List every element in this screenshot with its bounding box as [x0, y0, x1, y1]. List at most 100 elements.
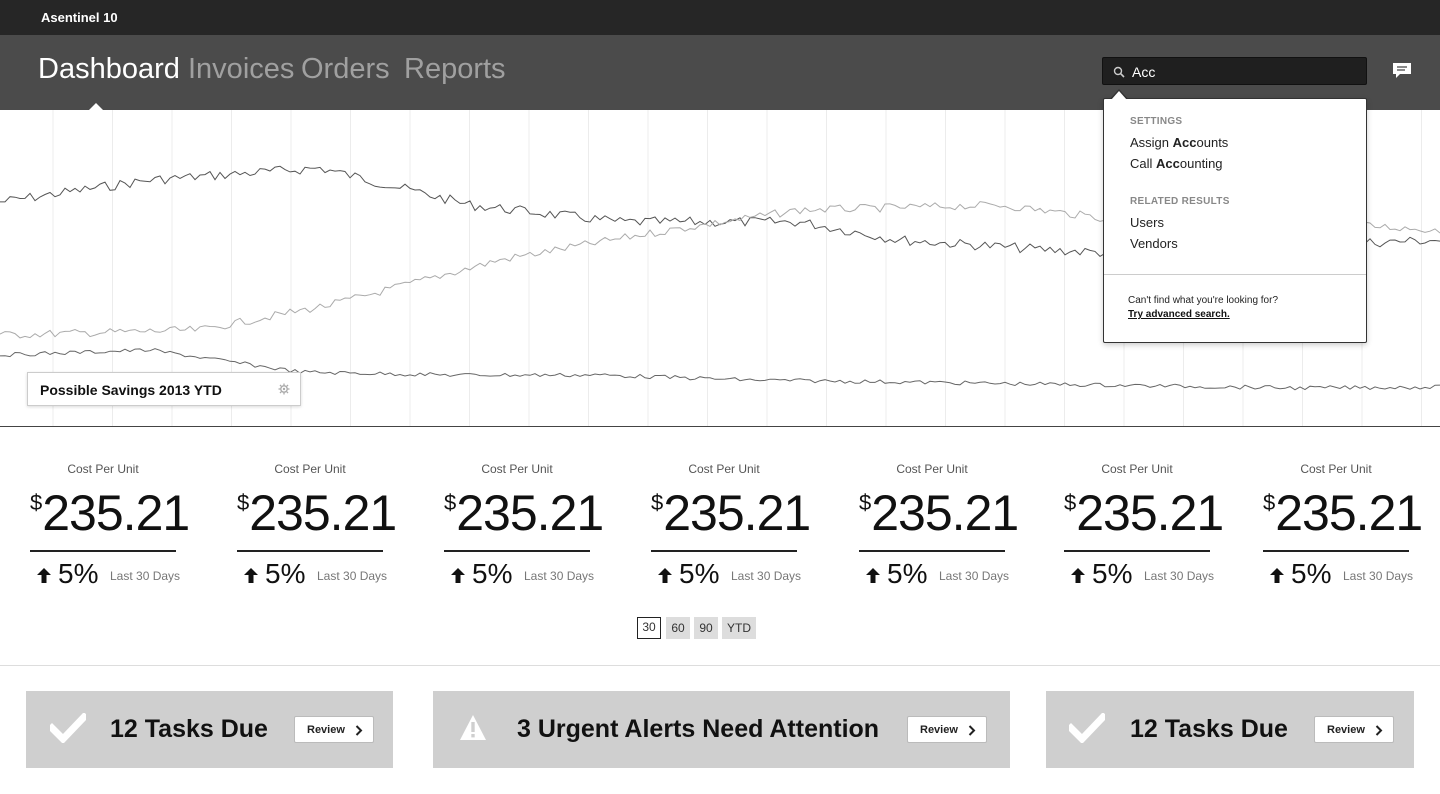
review-button[interactable]: Review	[294, 716, 374, 743]
section-divider	[0, 665, 1440, 666]
result-users[interactable]: Users	[1130, 215, 1164, 230]
chevron-right-icon	[1375, 725, 1383, 736]
result-prefix: Call	[1130, 156, 1157, 171]
result-prefix: Assign	[1130, 135, 1173, 150]
metric-amount: 235.21	[663, 485, 811, 541]
result-suffix: ounts	[1196, 135, 1229, 150]
range-90-button[interactable]: 90	[694, 617, 718, 639]
review-button-label: Review	[1327, 724, 1365, 736]
card-title: 12 Tasks Due	[1130, 715, 1288, 743]
review-button-label: Review	[920, 724, 958, 736]
arrow-up-icon	[866, 568, 880, 583]
gear-icon[interactable]	[278, 383, 290, 395]
currency-symbol: $	[444, 490, 456, 515]
arrow-up-icon	[1270, 568, 1284, 583]
metric-label: Cost Per Unit	[274, 462, 346, 476]
review-button[interactable]: Review	[907, 716, 987, 743]
metric-value: $235.21	[1064, 484, 1224, 542]
tasks-due-card: 12 Tasks Due Review	[26, 691, 393, 768]
result-match: Acc	[1156, 156, 1180, 171]
dropdown-divider	[1104, 274, 1366, 275]
metric-period: Last 30 Days	[1343, 569, 1414, 583]
currency-symbol: $	[651, 490, 663, 515]
app-bar: Asentinel 10	[0, 0, 1440, 35]
card-title: 12 Tasks Due	[110, 715, 268, 743]
search-box[interactable]	[1102, 57, 1367, 85]
savings-title: Possible Savings 2013 YTD	[40, 382, 222, 398]
chevron-right-icon	[355, 725, 363, 736]
tab-dashboard[interactable]: Dashboard	[38, 53, 180, 86]
currency-symbol: $	[237, 490, 249, 515]
metric-value: $235.21	[1263, 484, 1423, 542]
result-vendors[interactable]: Vendors	[1130, 236, 1178, 251]
tab-reports[interactable]: Reports	[404, 53, 506, 86]
metric-rule	[444, 550, 590, 552]
metric-change: 5%	[679, 558, 720, 589]
warning-icon	[460, 715, 486, 740]
metric-amount: 235.21	[1275, 485, 1423, 541]
metric-change: 5%	[1291, 558, 1332, 589]
active-tab-indicator	[89, 103, 103, 110]
range-ytd-button[interactable]: YTD	[722, 617, 756, 639]
metric-period: Last 30 Days	[731, 569, 802, 583]
check-icon	[1069, 713, 1105, 743]
tab-invoices[interactable]: Invoices	[188, 53, 294, 86]
metric-rule	[1064, 550, 1210, 552]
arrow-up-icon	[1071, 568, 1085, 583]
currency-symbol: $	[30, 490, 42, 515]
dropdown-section-settings: SETTINGS	[1130, 116, 1183, 127]
metric-period: Last 30 Days	[110, 569, 181, 583]
check-icon	[50, 713, 86, 743]
metric-value: $235.21	[651, 484, 811, 542]
range-60-button[interactable]: 60	[666, 617, 690, 639]
dropdown-caret-inner	[1111, 91, 1127, 100]
arrow-up-icon	[37, 568, 51, 583]
metric-amount: 235.21	[1076, 485, 1224, 541]
metric-change: 5%	[265, 558, 306, 589]
metric-value: $235.21	[859, 484, 1019, 542]
metric-period: Last 30 Days	[317, 569, 388, 583]
metric-rule	[1263, 550, 1409, 552]
chevron-right-icon	[968, 725, 976, 736]
metric-period: Last 30 Days	[524, 569, 595, 583]
range-30-button[interactable]: 30	[637, 617, 661, 639]
arrow-up-icon	[244, 568, 258, 583]
metric-rule	[651, 550, 797, 552]
advanced-search-link[interactable]: Try advanced search.	[1128, 309, 1230, 320]
metric-label: Cost Per Unit	[67, 462, 139, 476]
tab-orders[interactable]: Orders	[301, 53, 390, 86]
metric-period: Last 30 Days	[1144, 569, 1215, 583]
metric-value: $235.21	[30, 484, 190, 542]
savings-panel: Possible Savings 2013 YTD	[27, 372, 301, 406]
metric-label: Cost Per Unit	[1101, 462, 1173, 476]
message-icon[interactable]	[1392, 62, 1412, 80]
metric-change: 5%	[58, 558, 99, 589]
metric-value: $235.21	[444, 484, 604, 542]
app-title: Asentinel 10	[41, 10, 118, 25]
metric-amount: 235.21	[456, 485, 604, 541]
arrow-up-icon	[451, 568, 465, 583]
result-match: Acc	[1172, 135, 1197, 150]
metric-change: 5%	[887, 558, 928, 589]
result-assign-accounts[interactable]: Assign Accounts	[1130, 135, 1228, 150]
currency-symbol: $	[1064, 490, 1076, 515]
review-button[interactable]: Review	[1314, 716, 1394, 743]
arrow-up-icon	[658, 568, 672, 583]
metric-change: 5%	[472, 558, 513, 589]
search-input[interactable]	[1132, 62, 1357, 82]
metric-change: 5%	[1092, 558, 1133, 589]
metric-amount: 235.21	[42, 485, 190, 541]
metric-rule	[859, 550, 1005, 552]
metric-rule	[30, 550, 176, 552]
result-suffix: ounting	[1179, 156, 1223, 171]
metric-label: Cost Per Unit	[688, 462, 760, 476]
chart-baseline	[0, 426, 1440, 427]
dropdown-section-related: RELATED RESULTS	[1130, 196, 1230, 207]
tasks-due-card: 12 Tasks Due Review	[1046, 691, 1414, 768]
review-button-label: Review	[307, 724, 345, 736]
metric-label: Cost Per Unit	[896, 462, 968, 476]
dropdown-help-text: Can't find what you're looking for?	[1128, 295, 1279, 306]
result-call-accounting[interactable]: Call Accounting	[1130, 156, 1223, 171]
currency-symbol: $	[859, 490, 871, 515]
search-dropdown: SETTINGS Assign Accounts Call Accounting…	[1103, 98, 1367, 343]
